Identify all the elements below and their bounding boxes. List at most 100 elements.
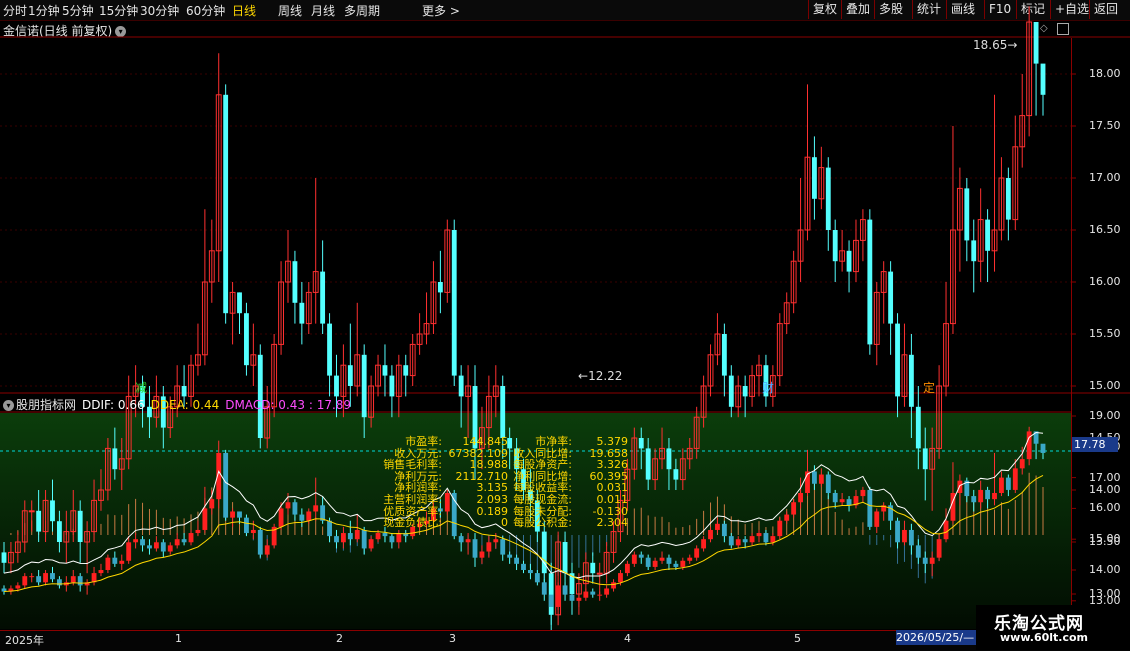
indicator-candle-body [147,545,152,549]
indicator-candle-body [590,591,596,595]
candle-body [721,334,727,376]
fundamentals-cell: 市盈率: [405,435,442,448]
candle-body [223,94,229,314]
indicator-candle-body [763,533,769,543]
indicator-candle-body [569,594,575,601]
event-marker-placement[interactable]: 定 [923,379,935,396]
indicator-candle-body [299,514,305,521]
indicator-candle-body [465,539,471,543]
fundamentals-cell: 0.011 [596,492,629,506]
indicator-candle-body [361,529,367,549]
fundamentals-cell: 2.093 [476,492,509,506]
candle-body [292,261,298,303]
indicator-candle-body [687,557,693,561]
indicator-header: ▾ 股朋指标网 DDIF: 0.66 DDEA: 0.44 DMACD: 0.43 : … [0,396,1130,412]
indicator-candle-body [555,585,561,607]
high-price-label: 18.65→ [973,38,1018,52]
candle-body [1033,22,1039,64]
candle-body [867,219,873,345]
fundamentals-cell: 现金负债比: [383,516,442,530]
candle-body [825,167,831,230]
indicator-candle-body [860,489,866,497]
indicator-candle-body [791,502,797,515]
time-tick-label: 2025年 [5,634,44,647]
indicator-candle-body [458,536,464,543]
indicator-name[interactable]: 股朋指标网 [16,398,76,412]
fundamentals-cell: 144.845 [462,435,509,448]
indicator-candle-body [576,597,582,601]
candle-body [811,157,817,199]
candle-body [645,448,651,480]
indicator-candle-body [548,594,554,607]
current-date-tag: 2026/05/25/— [896,630,976,645]
indicator-candle-body [534,573,540,583]
indicator-candle-body [320,505,326,521]
candle-body [915,406,921,449]
indicator-candle-body [250,529,256,534]
fundamentals-cell: 每股公积金: [513,516,572,530]
candle-body [320,271,326,324]
indicator-candle-body [846,499,852,506]
indicator-candle-body [195,529,201,534]
candle-body [1005,178,1011,220]
indicator-candle-body [354,529,360,540]
ddea-value: DDEA: 0.44 [150,398,220,412]
price-tick-label: 16.50 [1089,223,1121,236]
candle-body [347,365,353,386]
indicator-candle-body [818,474,824,484]
indicator-candle-body [1019,459,1025,469]
indicator-candle-body [126,542,132,561]
chevron-down-icon[interactable]: ▾ [3,400,14,411]
dmacd-value: DMACD: 0.43 : 17.89 [225,398,352,412]
event-marker-reduce[interactable]: 减 [135,379,147,396]
fundamentals-table: 市盈率: 144.845 市净率: 5.379 收入万元: 67382.109 收入同比增:… [360,436,628,529]
indicator-candle-body [278,508,284,527]
indicator-candle-body [562,585,568,595]
fundamentals-row: 现金负债比: 0 每股公积金: 2.304 [360,517,628,529]
indicator-tick-label: 14.00 [1089,563,1121,576]
indicator-candle-body [770,536,776,543]
indicator-candle-body [694,548,700,558]
indicator-candle-body [902,529,907,543]
indicator-candle-body [721,523,727,537]
time-tick-label: 1 [175,632,182,645]
fundamentals-cell: 市净率: [535,435,572,448]
kline-chart[interactable] [0,0,1130,650]
candle-body [28,510,35,513]
indicator-candle-body [77,576,83,586]
candle-body [451,230,457,376]
indicator-candle-body [659,557,665,561]
price-tick-label: 15.00 [1089,379,1121,392]
indicator-candle-body [638,554,644,558]
fundamentals-cell: 0 [501,516,508,530]
indicator-candle-body [479,551,485,558]
indicator-candle-body [202,508,208,530]
indicator-candle-body [777,520,783,537]
indicator-candle-body [936,539,942,558]
indicator-candle-body [500,539,506,555]
indicator-candle-body [313,505,319,512]
candle-body [458,375,464,397]
indicator-candle-body [673,563,679,567]
indicator-candle-body [867,489,873,527]
indicator-candle-body [895,520,900,543]
indicator-candle-body [153,542,159,549]
event-marker-finance[interactable]: 财 [762,379,774,396]
indicator-tick-label: 15.00 [1089,532,1121,546]
indicator-candle-body [43,573,48,583]
indicator-candle-body [334,536,339,543]
candle-body [985,219,991,251]
candle-body [1,552,7,563]
watermark-url: www.60lt.com [1000,631,1089,644]
indicator-candle-body [292,502,298,515]
site-watermark: 乐淘公式网 www.60lt.com [976,605,1130,650]
indicator-candle-body [825,474,831,493]
candle-body [334,375,339,397]
price-tick-label: 15.50 [1089,327,1121,340]
current-price-tag: 17.78 [1072,437,1118,452]
indicator-candle-body [624,563,630,574]
candle-body [673,469,679,480]
candle-body [112,448,118,470]
indicator-candle-body [618,573,623,583]
indicator-candle-body [541,582,547,595]
